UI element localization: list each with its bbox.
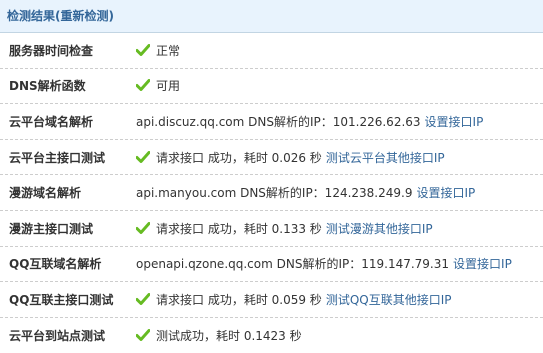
row-label: QQ互联域名解析 <box>9 257 102 272</box>
status-text: 请求接口 成功，耗时 0.026 秒 <box>156 150 322 165</box>
result-row-qq-connect-main-interface: QQ互联主接口测试 请求接口 成功，耗时 0.059 秒 测试QQ互联其他接口I… <box>0 282 543 318</box>
row-label: QQ互联主接口测试 <box>9 292 114 307</box>
check-icon <box>136 292 150 305</box>
status-text: 请求接口 成功，耗时 0.133 秒 <box>156 221 322 236</box>
result-row-dns-function: DNS解析函数 可用 <box>0 69 543 105</box>
row-label: DNS解析函数 <box>9 79 86 94</box>
result-row-manyou-main-interface: 漫游主接口测试 请求接口 成功，耗时 0.133 秒 测试漫游其他接口IP <box>0 211 543 247</box>
row-label: 漫游域名解析 <box>9 186 82 201</box>
result-row-qq-connect-dns: QQ互联域名解析 openapi.qzone.qq.com DNS解析的IP：1… <box>0 247 543 283</box>
status-text: 请求接口 成功，耗时 0.059 秒 <box>156 292 322 307</box>
status-text: 测试成功，耗时 0.1423 秒 <box>156 329 302 344</box>
check-icon <box>136 79 150 92</box>
result-row-cloud-to-site: 云平台到站点测试 测试成功，耗时 0.1423 秒 <box>0 318 543 353</box>
set-interface-ip-link[interactable]: 设置接口IP <box>416 184 475 201</box>
status-text: 可用 <box>156 79 181 94</box>
check-icon <box>136 221 150 234</box>
test-cloud-other-ip-link[interactable]: 测试云平台其他接口IP <box>326 149 445 166</box>
test-qq-connect-other-ip-link[interactable]: 测试QQ互联其他接口IP <box>326 291 452 308</box>
row-label: 云平台到站点测试 <box>9 329 106 344</box>
set-interface-ip-link[interactable]: 设置接口IP <box>425 113 484 130</box>
dns-value-text: openapi.qzone.qq.com DNS解析的IP：119.147.79… <box>136 257 450 272</box>
row-label: 漫游主接口测试 <box>9 221 94 236</box>
row-label: 云平台域名解析 <box>9 114 94 129</box>
result-row-server-time: 服务器时间检查 正常 <box>0 33 543 69</box>
set-interface-ip-link[interactable]: 设置接口IP <box>453 255 512 272</box>
check-icon <box>136 329 150 342</box>
row-label: 服务器时间检查 <box>9 43 94 58</box>
status-text: 正常 <box>156 43 181 58</box>
dns-value-text: api.discuz.qq.com DNS解析的IP：101.226.62.63 <box>136 114 421 129</box>
result-row-cloud-dns: 云平台域名解析 api.discuz.qq.com DNS解析的IP：101.2… <box>0 104 543 140</box>
check-results-panel: 检测结果(重新检测) 服务器时间检查 正常 DNS解析函数 可用 云平台域名解析… <box>0 0 543 353</box>
row-label: 云平台主接口测试 <box>9 150 106 165</box>
result-row-cloud-main-interface: 云平台主接口测试 请求接口 成功，耗时 0.026 秒 测试云平台其他接口IP <box>0 140 543 176</box>
test-manyou-other-ip-link[interactable]: 测试漫游其他接口IP <box>326 220 433 237</box>
check-icon <box>136 150 150 163</box>
check-icon <box>136 43 150 56</box>
panel-title[interactable]: 检测结果(重新检测) <box>0 0 543 33</box>
dns-value-text: api.manyou.com DNS解析的IP：124.238.249.9 <box>136 186 413 201</box>
result-row-manyou-dns: 漫游域名解析 api.manyou.com DNS解析的IP：124.238.2… <box>0 175 543 211</box>
